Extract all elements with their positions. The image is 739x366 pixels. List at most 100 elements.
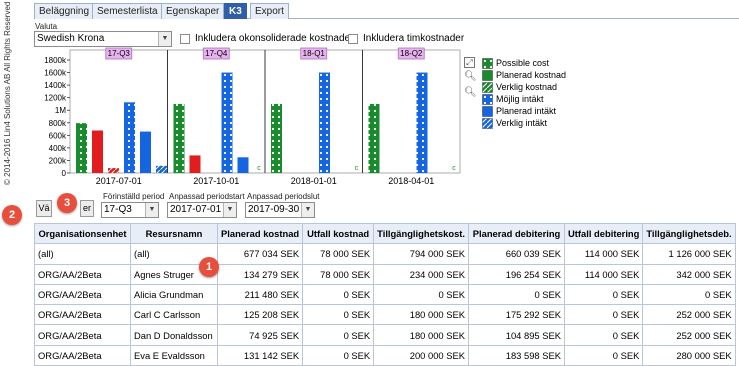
table-row[interactable]: ORG/AA/2Beta Alicia Grundman 211 480 SEK 0 …: [34, 283, 736, 306]
bar-possible-income: [319, 72, 330, 173]
cost-table: Organisationsenhet Resursnamn Planerad k…: [34, 222, 736, 366]
table-cell-amount: 0 SEK: [564, 304, 644, 326]
bar-possible-income: [221, 72, 233, 173]
table-cell-amount: 183 598 SEK: [468, 344, 566, 366]
table-row[interactable]: ORG/AA/2Beta Eva E Evaldsson 131 142 SEK 0 …: [34, 344, 736, 366]
preset-period-value: 17-Q3: [104, 204, 132, 215]
y-tick-label: 0: [62, 169, 67, 178]
zoom-in-icon[interactable]: 🔍︎: [464, 71, 477, 82]
chevron-down-icon[interactable]: ▼: [223, 203, 236, 217]
table-cell-text: Alicia Grundman: [130, 283, 218, 306]
custom-end-value: 2017-09-30: [248, 204, 300, 215]
legend-actual-cost: Verklig kostnad: [496, 82, 558, 92]
table-cell-amount: 78 000 SEK: [302, 263, 375, 285]
table-cell-amount: 342 000 SEK: [642, 263, 736, 285]
legend-possible-cost: Possible cost: [496, 58, 550, 68]
table-row[interactable]: ORG/AA/2Beta Dan D Donaldsson 74 925 SEK 0 …: [34, 324, 736, 346]
zoom-out-icon[interactable]: 🔍︎: [464, 87, 477, 98]
preset-period-label: Förinställd period: [103, 192, 165, 201]
table-cell-amount: 0 SEK: [564, 344, 644, 366]
bar-possible-income: [416, 72, 428, 173]
y-tick-label: 1M: [55, 106, 66, 115]
header-availability-cost[interactable]: Tillgänglighetskost.: [373, 222, 470, 245]
table-cell-amount: 196 254 SEK: [468, 263, 566, 285]
legend-possible-income: Möjlig intäkt: [496, 94, 544, 104]
table-cell-text: ORG/AA/2Beta: [34, 344, 131, 366]
cost-marker: c: [452, 165, 456, 172]
table-cell-amount: 0 SEK: [468, 283, 566, 306]
period-tag-label: 18-Q2: [400, 49, 423, 58]
bar-possible-cost: [76, 123, 87, 173]
table-cell-amount: 794 000 SEK: [373, 243, 470, 265]
previous-button[interactable]: Vä: [36, 200, 52, 217]
table-cell-amount: 180 000 SEK: [373, 304, 470, 326]
legend-swatch-planned-income: [482, 106, 493, 117]
table-cell-text: Carl C Carlsson: [130, 304, 218, 326]
period-tag-label: 17-Q3: [108, 49, 131, 58]
table-cell-amount: 280 000 SEK: [642, 344, 736, 366]
legend-planned-cost: Planerad kostnad: [496, 70, 567, 80]
table-cell-amount: 131 142 SEK: [216, 344, 304, 366]
table-cell-text: (all): [34, 243, 131, 265]
table-cell-amount: 0 SEK: [302, 283, 375, 306]
x-tick-label: 2018-04-01: [388, 176, 434, 186]
header-actual-billing[interactable]: Utfall debitering: [564, 222, 644, 245]
y-tick-label: 1600k: [44, 69, 67, 78]
preset-period-select[interactable]: 17-Q3 ▼: [101, 202, 159, 218]
x-tick-label: 2017-07-01: [96, 176, 142, 186]
table-cell-amount: 74 925 SEK: [216, 324, 304, 346]
table-cell-amount: 0 SEK: [302, 304, 375, 326]
bar-possible-income: [124, 102, 135, 173]
bar-possible-cost: [173, 103, 185, 173]
y-tick-label: 400k: [49, 144, 67, 153]
table-cell-amount: 660 039 SEK: [468, 243, 566, 265]
table-cell-text: ORG/AA/2Beta: [34, 263, 131, 285]
custom-start-select[interactable]: 2017-07-01 ▼: [167, 202, 237, 218]
table-row[interactable]: ORG/AA/2Beta Carl C Carlsson 125 208 SEK 0 …: [34, 304, 736, 326]
chevron-down-icon[interactable]: ▼: [301, 203, 314, 217]
x-tick-label: 2018-01-01: [291, 176, 337, 186]
next-button[interactable]: er: [80, 200, 94, 217]
period-tag-label: 18-Q1: [303, 49, 326, 58]
table-cell-amount: 200 000 SEK: [373, 344, 470, 366]
callout-badge-3: 3: [57, 193, 77, 213]
table-row[interactable]: (all) (all) 677 034 SEK 78 000 SEK 794 000 S…: [34, 243, 736, 265]
bar-planned-cost: [92, 130, 103, 173]
table-cell-text: ORG/AA/2Beta: [34, 304, 131, 326]
header-actual-cost[interactable]: Utfall kostnad: [302, 222, 375, 245]
table-cell-amount: 0 SEK: [564, 324, 644, 346]
table-cell-text: ORG/AA/2Beta: [34, 283, 131, 306]
y-tick-label: 200k: [49, 156, 67, 165]
next-button-label: er: [82, 203, 91, 213]
table-cell-amount: 211 480 SEK: [216, 283, 304, 306]
header-org-unit[interactable]: Organisationsenhet: [34, 222, 131, 245]
header-planned-cost[interactable]: Planerad kostnad: [216, 222, 304, 245]
y-tick-label: 1400k: [44, 81, 67, 90]
table-cell-amount: 78 000 SEK: [302, 243, 375, 265]
legend-swatch-possible-cost: [482, 58, 493, 69]
header-availability-billing[interactable]: Tillgänglighetsdeb.: [642, 222, 736, 245]
table-cell-text: ORG/AA/2Beta: [34, 324, 131, 346]
cost-marker: c: [257, 165, 261, 172]
table-cell-amount: 114 000 SEK: [564, 263, 644, 285]
expand-icon[interactable]: ⤢: [464, 57, 475, 68]
custom-end-select[interactable]: 2017-09-30 ▼: [245, 202, 315, 218]
bar-possible-cost: [368, 103, 380, 173]
header-planned-billing[interactable]: Planerad debitering: [468, 222, 566, 245]
table-cell-amount: 114 000 SEK: [564, 243, 644, 265]
cost-marker: c: [160, 165, 164, 172]
table-row[interactable]: ORG/AA/2Beta Agnes Struger 134 279 SEK 78 0…: [34, 263, 736, 285]
table-cell-amount: 180 000 SEK: [373, 324, 470, 346]
custom-start-value: 2017-07-01: [170, 204, 222, 215]
header-resource[interactable]: Resursnamn: [130, 222, 218, 245]
legend-swatch-planned-cost: [482, 70, 493, 81]
table-cell-amount: 252 000 SEK: [642, 324, 736, 346]
y-tick-label: 600k: [49, 131, 67, 140]
table-cell-amount: 0 SEK: [642, 283, 736, 306]
cost-marker: c: [355, 165, 359, 172]
legend-swatches: [482, 58, 493, 129]
callout-badge-2: 2: [2, 205, 22, 225]
chevron-down-icon[interactable]: ▼: [145, 203, 158, 217]
y-tick-label: 1800k: [44, 56, 67, 65]
table-cell-amount: 0 SEK: [373, 283, 470, 306]
